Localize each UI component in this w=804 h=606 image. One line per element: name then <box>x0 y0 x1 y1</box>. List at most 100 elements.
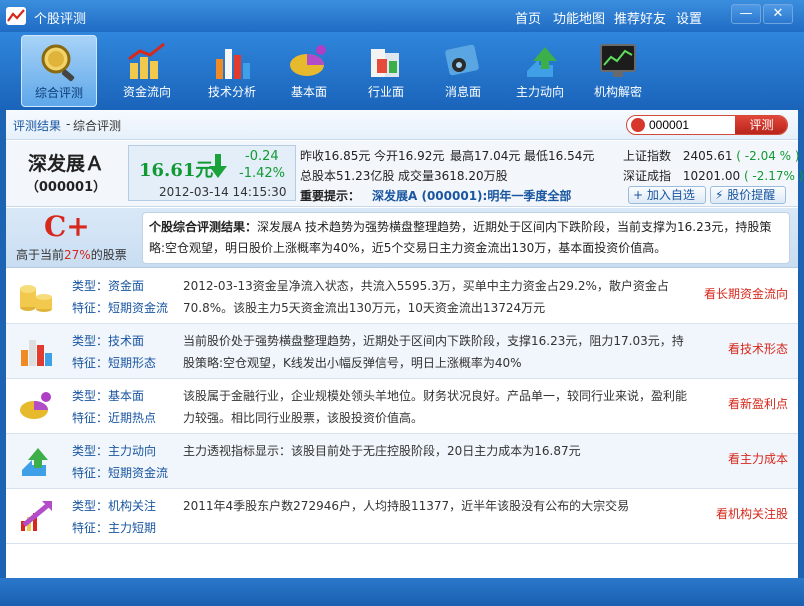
grade-note: 高于当前27%的股票 <box>16 246 127 263</box>
feature-label: 特征： <box>72 301 109 315</box>
tab-industry[interactable]: 行业面 <box>348 35 424 107</box>
tab-technical[interactable]: 技术分析 <box>194 35 270 107</box>
main-toolbar: 综合评测 资金流向 技术分析 基本面 行业面 消息面 主力动向 机构解密 <box>0 32 804 110</box>
trend-arrow-icon <box>21 501 52 531</box>
coins-chart-icon <box>128 42 165 79</box>
index-shanghai: 上证指数 2405.61 ( -2.04 % ) <box>623 147 800 164</box>
add-watchlist-label: 加入自选 <box>646 188 695 202</box>
index-value: 10201.00 <box>682 169 741 183</box>
price-box: 16.61元 -0.24 -1.42% 2012-03-14 14:15:30 <box>128 145 296 201</box>
plus-icon: + <box>633 188 644 202</box>
total-equity: 总股本51.23亿股 <box>300 169 395 183</box>
tab-news[interactable]: 消息面 <box>425 35 501 107</box>
type-label: 类型： <box>72 389 109 403</box>
tab-institution[interactable]: 机构解密 <box>580 35 656 107</box>
index-change: ( -2.04 % ) <box>736 149 800 163</box>
nav-home[interactable]: 首页 <box>515 8 541 27</box>
type-label: 类型： <box>72 279 109 293</box>
search-input[interactable] <box>649 117 734 133</box>
content-panel: 评测结果 - 综合评测 评测 深发展Ａ （000001） 16.61元 -0.2… <box>6 110 803 578</box>
open-price: 今开16.92元 <box>374 149 445 163</box>
feature-value: 短期形态 <box>108 356 157 370</box>
feature-label: 特征： <box>72 356 109 370</box>
status-bar <box>0 578 804 606</box>
row-meta: 类型：技术面 特征：短期形态 <box>72 330 156 374</box>
row-meta: 类型：主力动向 特征：短期资金流 <box>72 440 168 484</box>
index-value: 2405.61 <box>682 149 733 163</box>
quote-panel: 深发展Ａ （000001） 16.61元 -0.24 -1.42% 2012-0… <box>6 141 803 207</box>
tab-comprehensive[interactable]: 综合评测 <box>21 35 97 107</box>
stock-code: （000001） <box>25 180 107 195</box>
list-item: 类型：技术面 特征：短期形态 当前股价处于强势横盘整理趋势，近期处于区间内下跌阶… <box>6 324 798 379</box>
type-label: 类型： <box>72 334 109 348</box>
breadcrumb: 评测结果 - 综合评测 评测 <box>6 110 798 140</box>
type-label: 类型： <box>72 444 109 458</box>
pie-chart-icon <box>290 45 326 76</box>
row-meta: 类型：基本面 特征：近期热点 <box>72 385 156 429</box>
tab-main-force[interactable]: 主力动向 <box>502 35 578 107</box>
list-item: 类型：主力动向 特征：短期资金流 主力透视指标显示：该股目前处于无庄控股阶段，2… <box>6 434 798 489</box>
breadcrumb-current: 综合评测 <box>73 119 122 133</box>
magnifier-coin-icon <box>41 44 75 82</box>
low-price: 最低16.54元 <box>524 149 595 163</box>
bar-chart-icon <box>21 340 52 366</box>
bar-chart-icon <box>216 49 250 79</box>
type-value: 机构关注 <box>108 499 157 513</box>
list-item: 类型：机构关注 特征：主力短期 2011年4季股东户数272946户，人均持股1… <box>6 489 798 544</box>
volume: 成交量3618.20万股 <box>398 169 508 183</box>
prev-close: 昨收16.85元 <box>300 149 371 163</box>
satellite-icon <box>445 44 479 76</box>
feature-value: 主力短期 <box>108 521 157 535</box>
blocks-icon <box>371 49 399 77</box>
pie-chart-icon <box>20 392 51 419</box>
nav-settings[interactable]: 设置 <box>676 8 702 27</box>
title-bar: 个股评测 首页 功能地图 推荐好友 设置 — ✕ <box>0 0 804 32</box>
type-label: 类型： <box>72 499 109 513</box>
arrows-icon <box>22 448 48 476</box>
add-watchlist-button[interactable]: + 加入自选 <box>628 186 706 204</box>
type-value: 主力动向 <box>108 444 157 458</box>
nav-recommend[interactable]: 推荐好友 <box>614 8 666 27</box>
tab-label: 消息面 <box>444 85 481 99</box>
grade-note-suffix: 的股票 <box>90 248 127 262</box>
tab-label: 资金流向 <box>122 85 171 99</box>
row-description: 该股属于金融行业，企业规模处领头羊地位。财务状况良好。产品单一，较同行业来说，盈… <box>183 389 688 425</box>
index-name: 深证成指 <box>623 169 672 183</box>
evaluate-button[interactable]: 评测 <box>735 116 787 134</box>
list-item: 类型：资金面 特征：短期资金流 2012-03-13资金呈净流入状态，共流入55… <box>6 269 798 324</box>
gold-coins-icon <box>20 285 52 312</box>
type-value: 技术面 <box>108 334 145 348</box>
down-arrow-icon <box>209 154 227 178</box>
row-meta: 类型：机构关注 特征：主力短期 <box>72 495 156 539</box>
type-value: 资金面 <box>108 279 145 293</box>
main-force-cost-link[interactable]: 看主力成本 <box>728 450 788 467</box>
technical-pattern-link[interactable]: 看技术形态 <box>728 340 788 357</box>
institution-focus-link[interactable]: 看机构关注股 <box>716 505 788 522</box>
prompt-link[interactable]: 深发展A (000001):明年一季度全部 <box>372 187 571 204</box>
breadcrumb-separator: - <box>66 117 71 131</box>
tab-fundamental[interactable]: 基本面 <box>271 35 347 107</box>
lightning-icon: ⚡ <box>715 188 724 202</box>
app-title: 个股评测 <box>34 12 87 27</box>
search-box: 评测 <box>626 115 788 135</box>
price-alert-button[interactable]: ⚡ 股价提醒 <box>710 186 786 204</box>
long-term-fund-flow-link[interactable]: 看长期资金流向 <box>704 285 788 302</box>
close-button[interactable]: ✕ <box>763 4 793 24</box>
breadcrumb-root[interactable]: 评测结果 <box>13 117 61 134</box>
grade-note-pct: 27% <box>64 248 91 262</box>
tab-fund-flow[interactable]: 资金流向 <box>109 35 185 107</box>
arrows-icon <box>527 47 557 77</box>
nav-sitemap[interactable]: 功能地图 <box>553 8 605 27</box>
minimize-button[interactable]: — <box>731 4 761 24</box>
tab-label: 综合评测 <box>34 86 83 100</box>
type-value: 基本面 <box>108 389 145 403</box>
tab-label: 机构解密 <box>593 85 642 99</box>
row-description: 当前股价处于强势横盘整理趋势，近期处于区间内下跌阶段，支撑16.23元，阻力17… <box>183 334 684 370</box>
app-logo-icon <box>6 7 26 25</box>
new-profit-point-link[interactable]: 看新盈利点 <box>728 395 788 412</box>
grade-note-prefix: 高于当前 <box>16 248 65 262</box>
grade: C+ <box>44 210 90 243</box>
prompt-label: 重要提示： <box>300 189 361 203</box>
feature-label: 特征： <box>72 521 109 535</box>
tab-label: 主力动向 <box>515 85 564 99</box>
